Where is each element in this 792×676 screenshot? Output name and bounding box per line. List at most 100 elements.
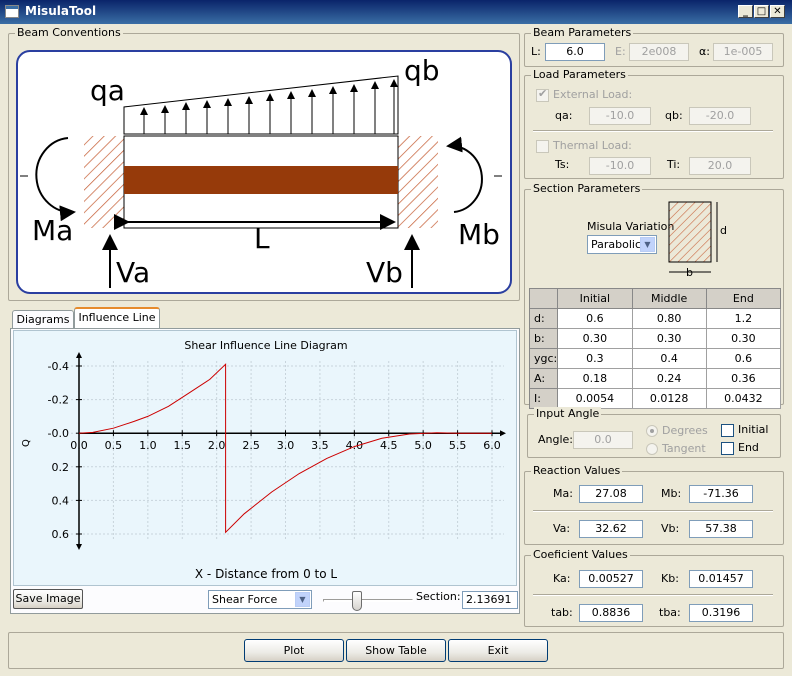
alpha-label: α:	[699, 45, 710, 58]
dimension-b-label: b	[686, 266, 693, 279]
coefficient-values-title: Coeficient Values	[531, 548, 630, 562]
end-label: End	[738, 441, 759, 454]
vb-label: Vb:	[661, 522, 680, 535]
ti-field[interactable]: 20.0	[689, 157, 751, 175]
load-arrows	[140, 79, 398, 134]
e-label: E:	[615, 45, 626, 58]
label-ma: Ma	[32, 214, 74, 247]
external-load-checkbox[interactable]: ✔	[536, 87, 549, 102]
save-image-button[interactable]: Save Image	[13, 589, 83, 609]
section-table-cell: 0.6	[557, 308, 633, 329]
tangent-radio[interactable]	[646, 443, 658, 455]
section-table-cell: 0.30	[557, 328, 633, 349]
section-parameters-title: Section Parameters	[531, 182, 643, 196]
section-table-cell: 0.80	[631, 308, 707, 329]
chart-area: 0.0 0.5 1.0 1.5 2.0 2.5 3.0 3.5 4.0 4.5 5.0 5.5 6.0 -…	[13, 330, 517, 586]
va-label: Va:	[553, 522, 571, 535]
close-button[interactable]: ✕	[770, 5, 785, 18]
qb-field[interactable]: -20.0	[689, 107, 751, 125]
right-support	[398, 136, 438, 228]
coefficient-separator	[533, 594, 773, 596]
reaction-separator	[533, 510, 773, 512]
plot-button[interactable]: Plot	[244, 639, 344, 662]
degrees-radio[interactable]	[646, 425, 658, 437]
angle-label: Angle:	[538, 433, 574, 446]
show-table-button[interactable]: Show Table	[346, 639, 446, 662]
x-tick-label: 3.0	[277, 439, 295, 452]
label-va: Va	[116, 256, 151, 289]
initial-checkbox[interactable]	[721, 424, 734, 437]
length-field[interactable]: 6.0	[545, 43, 605, 61]
maximize-button[interactable]: □	[754, 5, 769, 18]
title-bar: MisulaTool _ □ ✕	[0, 0, 792, 24]
label-qa: qa	[90, 74, 125, 107]
alpha-field[interactable]: 1e-005	[713, 43, 773, 61]
section-table-cell: 0.0432	[705, 388, 782, 409]
section-table-header-cell	[528, 288, 559, 309]
ts-field[interactable]: -10.0	[589, 157, 651, 175]
tab-field[interactable]: 0.8836	[579, 604, 643, 622]
y-tick-label: 0.2	[52, 461, 70, 474]
ma-label: Ma:	[553, 487, 573, 500]
window-title: MisulaTool	[25, 4, 97, 18]
tab-label: tab:	[551, 606, 573, 619]
section-table-header-cell: Middle	[631, 288, 707, 309]
tangent-label: Tangent	[662, 442, 706, 455]
section-table-cell: 0.30	[631, 328, 707, 349]
section-slider-track[interactable]	[323, 599, 413, 602]
y-tick-label: -0.2	[48, 394, 69, 407]
force-type-value: Shear Force	[212, 593, 278, 606]
tba-field[interactable]: 0.3196	[689, 604, 753, 622]
exit-button[interactable]: Exit	[448, 639, 548, 662]
tab-diagrams[interactable]: Diagrams	[12, 310, 74, 330]
x-tick-label: 4.0	[346, 439, 364, 452]
beam-conventions-title: Beam Conventions	[15, 26, 123, 40]
l-label: L:	[531, 45, 541, 58]
minimize-button[interactable]: _	[738, 5, 753, 18]
section-table-cell: 0.30	[705, 328, 782, 349]
section-table-cell: 1.2	[705, 308, 782, 329]
label-vb: Vb	[366, 256, 403, 289]
ma-field[interactable]: 27.08	[579, 485, 643, 503]
section-table-cell: ygc:	[528, 348, 559, 369]
external-load-label: External Load:	[553, 88, 633, 101]
x-tick-label: 1.5	[174, 439, 192, 452]
tab-influence-line[interactable]: Influence Line	[74, 307, 160, 329]
x-tick-label: 4.5	[380, 439, 398, 452]
beam-body	[124, 166, 398, 194]
coefficient-values-group: Coeficient Values Ka: 0.00527 Kb: 0.0145…	[524, 548, 784, 627]
ka-label: Ka:	[553, 572, 571, 585]
left-support	[84, 136, 124, 228]
e-field[interactable]: 2e008	[629, 43, 689, 61]
misula-variation-select[interactable]: Parabolic ▼	[587, 235, 657, 254]
chart-title: Shear Influence Line Diagram	[184, 339, 348, 352]
section-slider-thumb[interactable]	[351, 591, 362, 611]
force-type-select[interactable]: Shear Force ▼	[208, 590, 312, 609]
vb-field[interactable]: 57.38	[689, 520, 753, 538]
section-table-cell: b:	[528, 328, 559, 349]
qa-field[interactable]: -10.0	[589, 107, 651, 125]
end-checkbox[interactable]	[721, 442, 734, 455]
section-table-cell: 0.0054	[557, 388, 633, 409]
section-parameters-group: Section Parameters Misula Variation Para…	[524, 182, 784, 409]
va-field[interactable]: 32.62	[579, 520, 643, 538]
y-tick-label: 0.4	[52, 494, 70, 507]
load-parameters-group: Load Parameters ✔ External Load: qa: -10…	[524, 68, 784, 179]
section-table-cell: 0.36	[705, 368, 782, 389]
section-table-cell: A:	[528, 368, 559, 389]
y-tick-label: 0.6	[52, 528, 70, 541]
ka-field[interactable]: 0.00527	[579, 570, 643, 588]
input-angle-title: Input Angle	[534, 407, 602, 421]
mb-field[interactable]: -71.36	[689, 485, 753, 503]
influence-line-chart: 0.0 0.5 1.0 1.5 2.0 2.5 3.0 3.5 4.0 4.5 5.0 5.5 6.0 -…	[48, 352, 506, 550]
section-field[interactable]: 2.13691	[462, 591, 518, 609]
x-tick-label: 2.0	[208, 439, 226, 452]
app-icon	[5, 5, 19, 18]
angle-field[interactable]: 0.0	[573, 431, 633, 449]
kb-field[interactable]: 0.01457	[689, 570, 753, 588]
x-tick-label: 2.5	[242, 439, 259, 452]
load-parameters-title: Load Parameters	[531, 68, 628, 82]
footer-panel: Plot Show Table Exit	[8, 632, 784, 669]
dimension-d-label: d	[720, 224, 727, 237]
thermal-load-checkbox[interactable]	[536, 140, 549, 153]
